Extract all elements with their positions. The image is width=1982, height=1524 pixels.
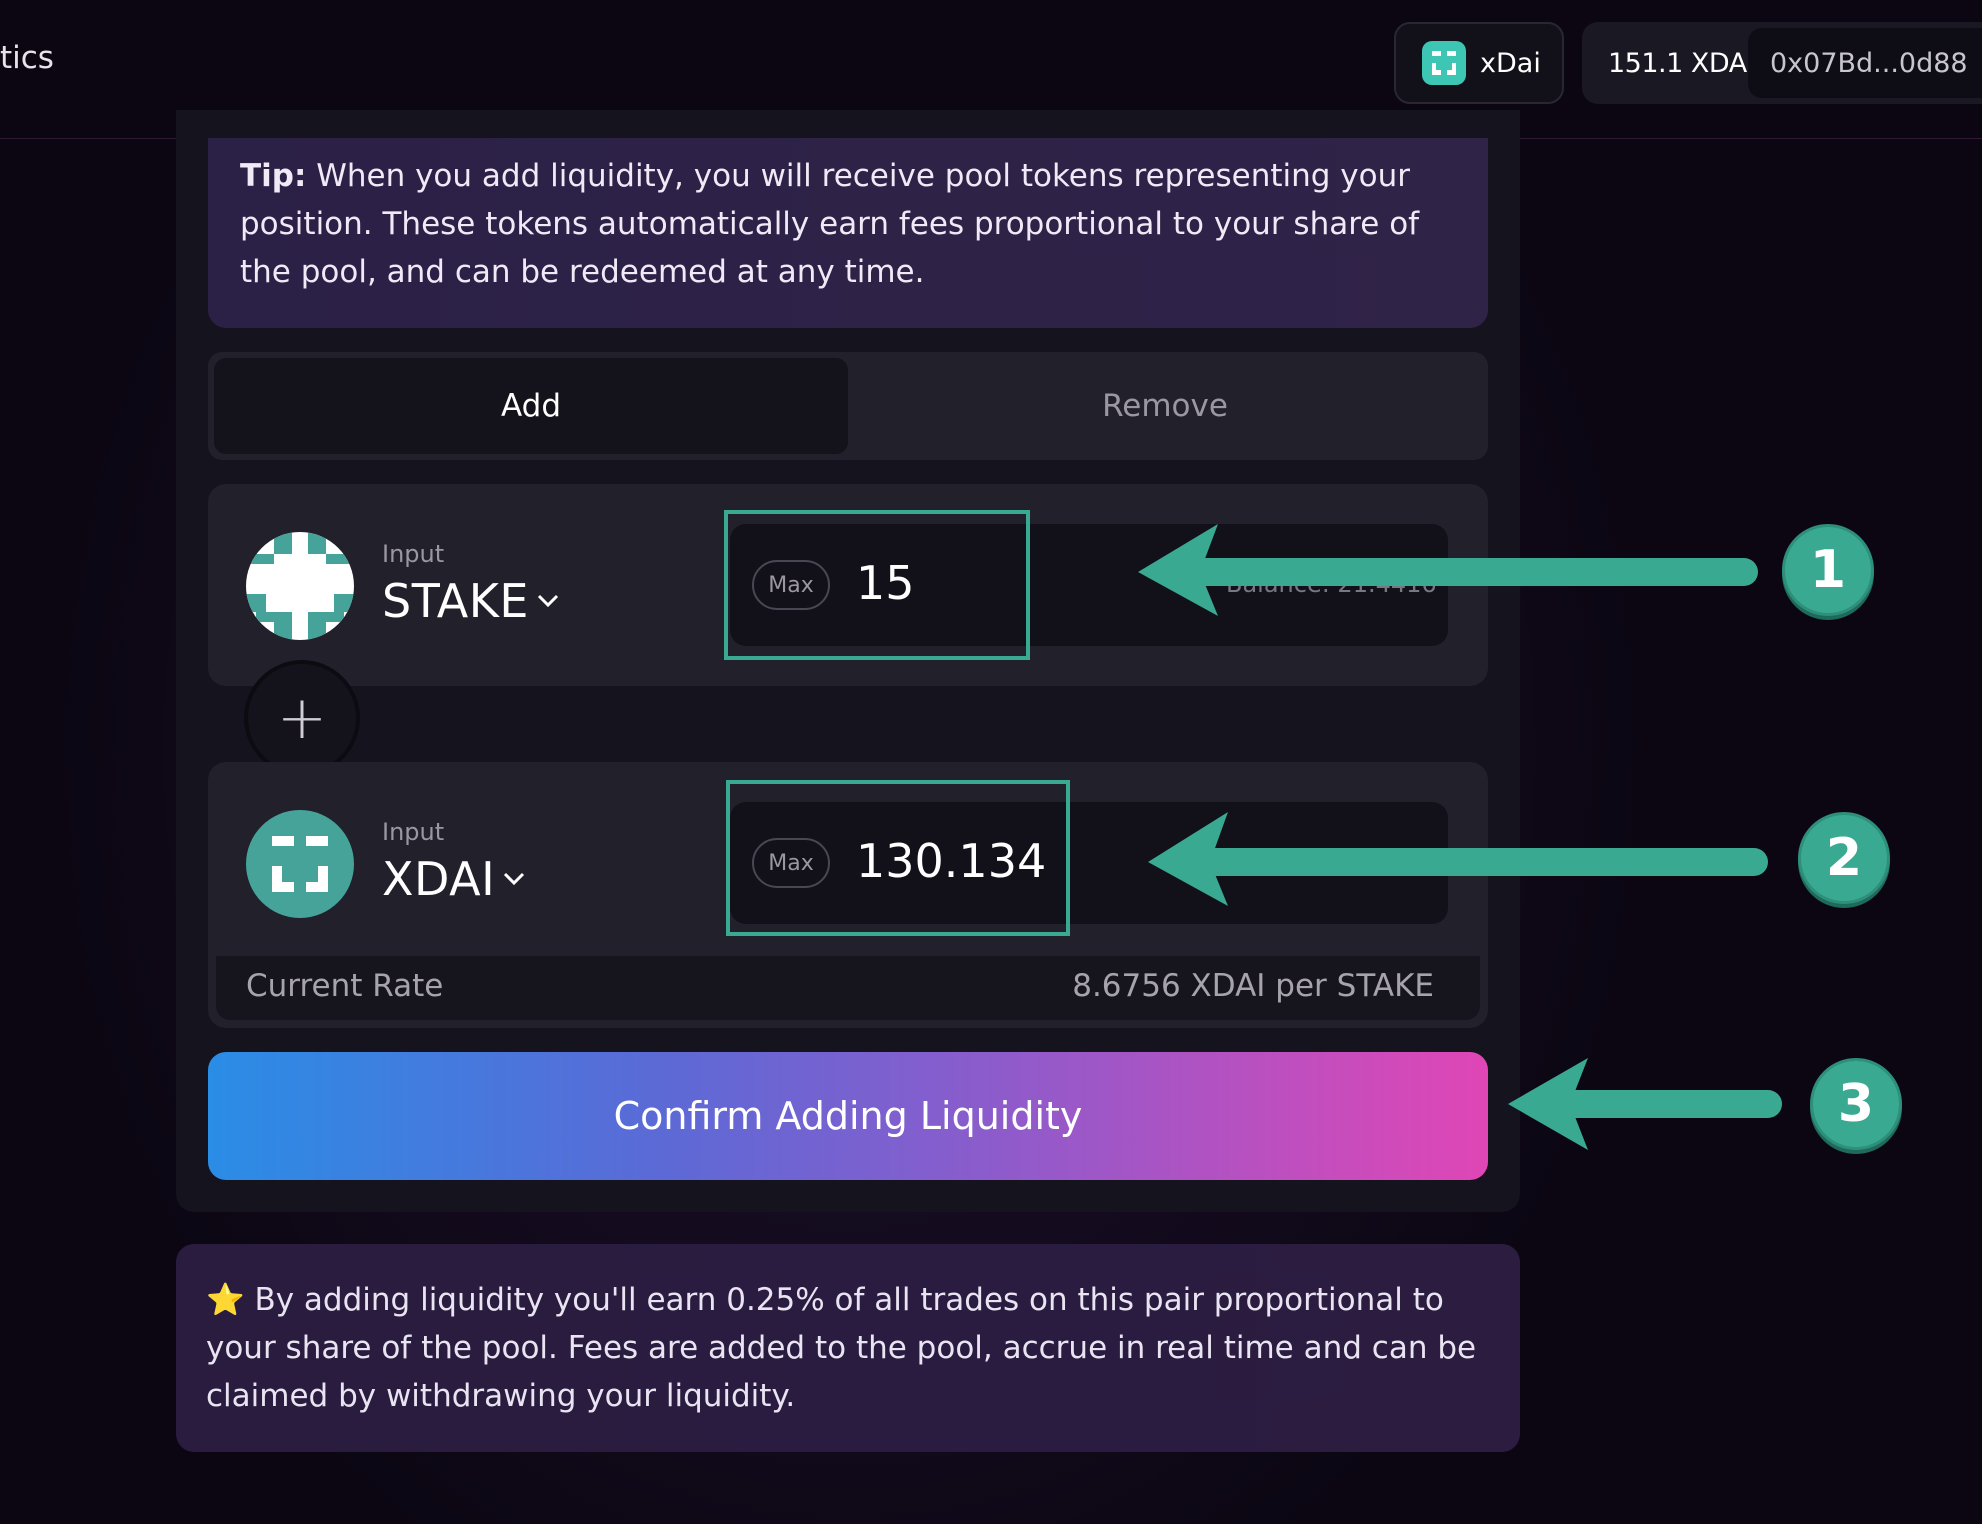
arrow-3-shaft [1546,1090,1782,1118]
arrow-2-shaft [1192,848,1768,876]
arrow-1-shaft [1180,558,1758,586]
annotation-arrows [1138,524,1782,1150]
step-badge-3: 3 [1810,1058,1902,1150]
step-badge-2: 2 [1798,812,1890,904]
step-badge-1: 1 [1782,524,1874,616]
